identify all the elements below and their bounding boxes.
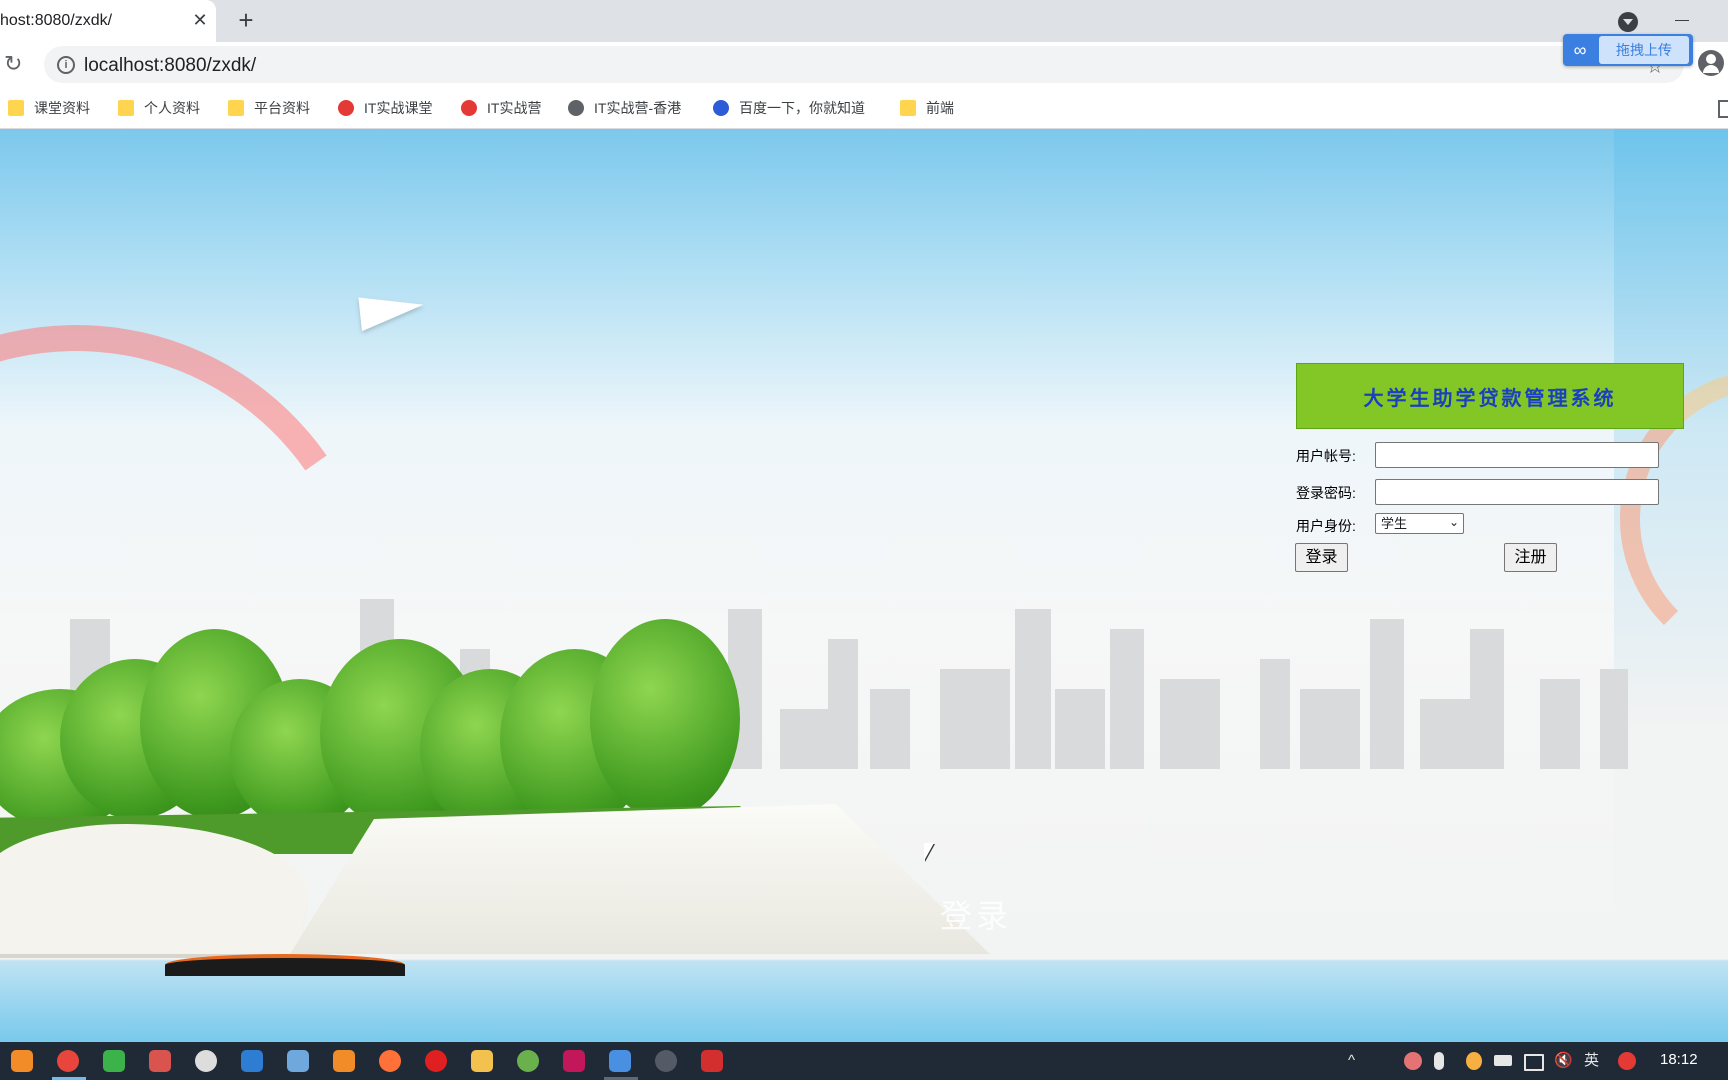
- login-button[interactable]: 登录: [1295, 543, 1348, 572]
- folder-icon: [118, 100, 134, 116]
- chrome-icon[interactable]: [57, 1050, 79, 1072]
- browser-tab[interactable]: host:8080/zxdk/ ✕: [0, 0, 216, 42]
- ime-indicator[interactable]: 英: [1584, 1051, 1599, 1071]
- close-tab-icon[interactable]: ✕: [190, 10, 210, 30]
- bookmark-label: IT实战课堂: [364, 100, 433, 116]
- chevron-down-icon: ⌄: [1448, 515, 1459, 529]
- paper-plane-image: [358, 290, 426, 332]
- profile-icon[interactable]: [1698, 50, 1724, 76]
- register-button[interactable]: 注册: [1504, 543, 1557, 572]
- firefox-icon[interactable]: [379, 1050, 401, 1072]
- baidu-icon: [713, 100, 729, 116]
- open-book-image: [0, 794, 1020, 1042]
- system-title: 大学生助学贷款管理系统: [1296, 363, 1684, 429]
- app-icon[interactable]: [333, 1050, 355, 1072]
- tab-strip: host:8080/zxdk/ ✕ +: [0, 0, 1728, 42]
- globe-icon: [568, 100, 584, 116]
- bookmark-label: IT实战营: [487, 100, 542, 116]
- account-input[interactable]: [1375, 442, 1659, 468]
- settings-icon[interactable]: [655, 1050, 677, 1072]
- address-bar[interactable]: i localhost:8080/zxdk/ ☆: [44, 46, 1684, 83]
- tray-app-icon[interactable]: [1404, 1052, 1422, 1070]
- file-explorer-icon[interactable]: [471, 1050, 493, 1072]
- role-selected-value: 学生: [1381, 516, 1408, 531]
- bookmark-label: 前端: [926, 100, 954, 116]
- bookmark-item[interactable]: 个人资料: [118, 97, 200, 119]
- url-text[interactable]: localhost:8080/zxdk/: [84, 55, 256, 77]
- wps-icon[interactable]: [701, 1050, 723, 1072]
- bookmark-label: 课堂资料: [34, 100, 90, 116]
- app-icon[interactable]: [241, 1050, 263, 1072]
- tab-title: host:8080/zxdk/: [0, 12, 113, 29]
- password-input[interactable]: [1375, 479, 1659, 505]
- microphone-icon[interactable]: [1434, 1052, 1444, 1070]
- drag-upload-label[interactable]: 拖拽上传: [1599, 36, 1689, 64]
- bookmark-item[interactable]: IT实战营: [461, 97, 541, 119]
- bookmark-item[interactable]: 前端: [900, 97, 954, 119]
- browser-toolbar: ↻ i localhost:8080/zxdk/ ☆: [0, 42, 1728, 88]
- background-login-text: 登录: [940, 898, 1013, 934]
- bookmark-item[interactable]: IT实战营-香港: [568, 97, 681, 119]
- site-icon: [338, 100, 354, 116]
- bookmarks-bar: 课堂资料 个人资料 平台资料 IT实战课堂 IT实战营 IT实战营-香港 百度一…: [0, 88, 1728, 129]
- bookmark-label: 个人资料: [144, 100, 200, 116]
- battery-icon[interactable]: [1494, 1055, 1512, 1066]
- login-page-background: 登录: [0, 129, 1728, 1042]
- bookmark-label: 百度一下，你就知道: [739, 100, 865, 116]
- baidu-netdisk-icon[interactable]: [609, 1050, 631, 1072]
- folder-icon: [8, 100, 24, 116]
- clock[interactable]: 18:12: [1660, 1051, 1698, 1068]
- cloud-upload-icon: ∞: [1573, 40, 1587, 60]
- reload-icon[interactable]: ↻: [4, 53, 26, 75]
- new-tab-button[interactable]: +: [234, 7, 258, 33]
- app-icon[interactable]: [517, 1050, 539, 1072]
- site-icon: [461, 100, 477, 116]
- folder-icon: [228, 100, 244, 116]
- taskbar: ^ 🔇 英 18:12: [0, 1042, 1728, 1080]
- bookmark-item[interactable]: IT实战课堂: [338, 97, 432, 119]
- network-icon[interactable]: [1524, 1054, 1544, 1071]
- sogou-icon[interactable]: [1618, 1052, 1636, 1070]
- account-label: 用户帐号:: [1296, 448, 1356, 464]
- start-icon[interactable]: [11, 1050, 33, 1072]
- trees-image: [0, 569, 760, 829]
- netease-music-icon[interactable]: [425, 1050, 447, 1072]
- reading-list-icon[interactable]: [1718, 100, 1728, 118]
- password-label: 登录密码:: [1296, 485, 1356, 501]
- intellij-icon[interactable]: [563, 1050, 585, 1072]
- mouse-cursor-icon: [924, 843, 934, 861]
- bookmark-item[interactable]: 平台资料: [228, 97, 310, 119]
- wechat-icon[interactable]: [103, 1050, 125, 1072]
- bookmark-label: 平台资料: [254, 100, 310, 116]
- tab-search-icon[interactable]: [1618, 12, 1638, 32]
- app-icon[interactable]: [149, 1050, 171, 1072]
- drag-upload-widget[interactable]: ∞ 拖拽上传: [1563, 34, 1693, 66]
- bookmark-item[interactable]: 百度一下，你就知道: [713, 97, 865, 119]
- notepad-icon[interactable]: [287, 1050, 309, 1072]
- bookmark-label: IT实战营-香港: [594, 100, 682, 116]
- role-label: 用户身份:: [1296, 518, 1356, 534]
- tray-chevron-icon[interactable]: ^: [1348, 1051, 1355, 1071]
- role-select[interactable]: 学生 ⌄: [1375, 513, 1464, 534]
- folder-icon: [900, 100, 916, 116]
- bookmark-item[interactable]: 课堂资料: [8, 97, 90, 119]
- volume-muted-icon[interactable]: 🔇: [1554, 1051, 1573, 1071]
- minimize-button[interactable]: [1675, 20, 1689, 21]
- chat-icon[interactable]: [195, 1050, 217, 1072]
- qq-icon[interactable]: [1466, 1052, 1482, 1070]
- info-icon[interactable]: i: [57, 56, 75, 74]
